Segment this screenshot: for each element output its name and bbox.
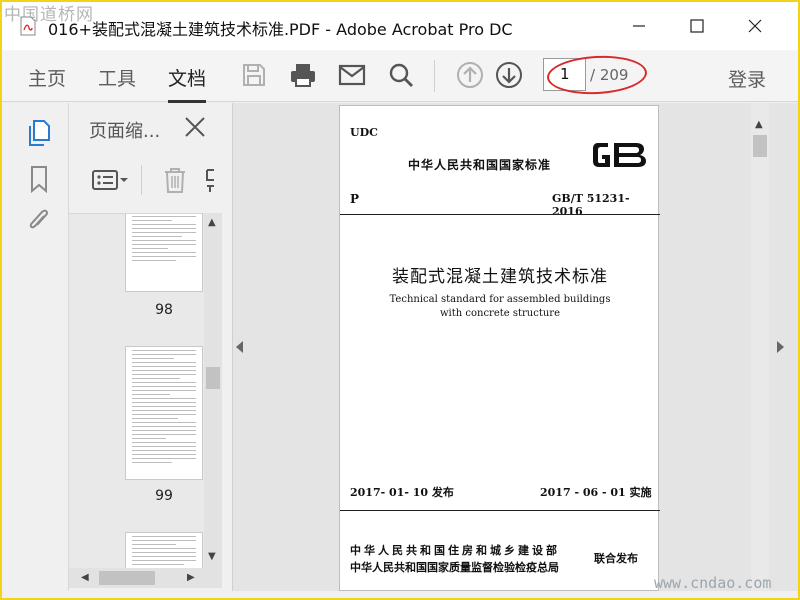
thumbnails-panel: 页面缩... 98 99 ▲ ▼ ◀ ▶: [69, 103, 232, 591]
watermark-bottom: www.cndao.com: [654, 574, 772, 592]
next-page-button[interactable]: [494, 60, 524, 90]
document-vertical-scrollbar[interactable]: ▲: [751, 103, 769, 591]
options-list-icon: [92, 170, 128, 190]
panel-title: 页面缩...: [89, 121, 161, 142]
tab-home[interactable]: 主页: [28, 64, 66, 91]
print-icon: [291, 64, 315, 87]
doc-title-en-line1: Technical standard for assembled buildin…: [389, 294, 611, 305]
thumbnail-page-99[interactable]: [125, 346, 203, 480]
close-panel-icon[interactable]: [183, 115, 207, 139]
page-rule: [340, 214, 660, 215]
more-tools-icon[interactable]: [205, 165, 215, 195]
thumbnail-page-98[interactable]: [125, 214, 203, 292]
pdf-page: UDC 中华人民共和国国家标准 P GB/T 51231-2016 装配式混凝土…: [339, 105, 660, 591]
doc-joint-issue: 联合发布: [594, 552, 638, 565]
page-rule: [340, 510, 660, 511]
doc-standard-type: 中华人民共和国国家标准: [408, 158, 552, 172]
print-button[interactable]: [288, 60, 318, 90]
doc-issue-date: 2017- 01- 10 发布: [350, 486, 454, 499]
acrobat-pdf-icon: [20, 16, 36, 36]
arrow-up-circle-icon: [457, 62, 483, 88]
save-icon: [243, 64, 265, 86]
doc-title-en-line2: with concrete structure: [440, 308, 560, 319]
thumbnail-list: 98 99: [69, 213, 204, 568]
page-number-input[interactable]: 1: [543, 58, 586, 91]
previous-page-button[interactable]: [455, 60, 485, 90]
save-button[interactable]: [239, 60, 269, 90]
minimize-icon: [633, 25, 645, 27]
page-total: / 209: [590, 66, 629, 84]
tab-document[interactable]: 文档: [168, 64, 207, 103]
page-thumbnails-icon[interactable]: [26, 119, 52, 147]
thumbnail-label-98: 98: [155, 302, 173, 318]
collapse-left-panel-icon[interactable]: [236, 341, 243, 353]
scrollbar-thumb[interactable]: [753, 135, 767, 157]
scrollbar-thumb[interactable]: [206, 367, 220, 389]
scrollbar-thumb[interactable]: [99, 571, 155, 585]
thumbnail-horizontal-scrollbar[interactable]: ◀ ▶: [69, 568, 222, 588]
app-window: 中国道桥网 016+装配式混凝土建筑技术标准.PDF - Adobe Acrob…: [0, 0, 800, 600]
main-toolbar: 主页 工具 文档 1 / 209 登录: [2, 50, 798, 103]
thumbnail-options-button[interactable]: [91, 165, 129, 195]
doc-issuer-2: 中华人民共和国国家质量监督检验检疫总局: [350, 561, 559, 574]
thumbnail-page-100[interactable]: [125, 532, 203, 568]
search-icon: [389, 63, 413, 87]
login-button[interactable]: 登录: [728, 65, 766, 92]
collapse-right-panel-icon[interactable]: [777, 341, 784, 353]
thumbnail-vertical-scrollbar[interactable]: ▲ ▼: [204, 213, 222, 568]
close-window-button[interactable]: [732, 12, 778, 40]
email-icon: [338, 64, 366, 86]
thumbnail-label-99: 99: [155, 488, 173, 504]
doc-title-zh: 装配式混凝土建筑技术标准: [392, 267, 608, 287]
maximize-icon: [690, 19, 704, 33]
delete-page-button[interactable]: [163, 165, 187, 195]
trash-icon: [165, 168, 185, 193]
paperclip-icon[interactable]: [26, 207, 52, 235]
doc-category: P: [350, 192, 360, 206]
navigation-rail: [2, 103, 69, 591]
document-view[interactable]: UDC 中华人民共和国国家标准 P GB/T 51231-2016 装配式混凝土…: [232, 103, 798, 591]
bookmark-icon[interactable]: [26, 165, 52, 193]
arrow-down-circle-icon: [496, 62, 522, 88]
search-button[interactable]: [386, 60, 416, 90]
window-title: 016+装配式混凝土建筑技术标准.PDF - Adobe Acrobat Pro…: [48, 20, 513, 39]
doc-issuer-1: 中华人民共和国住房和城乡建设部: [350, 544, 560, 557]
close-icon: [748, 19, 762, 33]
doc-implement-date: 2017 - 06 - 01 实施: [540, 486, 652, 499]
minimize-button[interactable]: [616, 12, 662, 40]
email-button[interactable]: [337, 60, 367, 90]
doc-udc: UDC: [350, 126, 378, 139]
gb-logo-icon: [593, 143, 646, 167]
panel-tool-separator: [141, 165, 142, 195]
title-bar: 中国道桥网 016+装配式混凝土建筑技术标准.PDF - Adobe Acrob…: [2, 2, 798, 50]
toolbar-separator: [434, 60, 435, 92]
tab-tools[interactable]: 工具: [98, 64, 136, 91]
maximize-button[interactable]: [674, 12, 720, 40]
